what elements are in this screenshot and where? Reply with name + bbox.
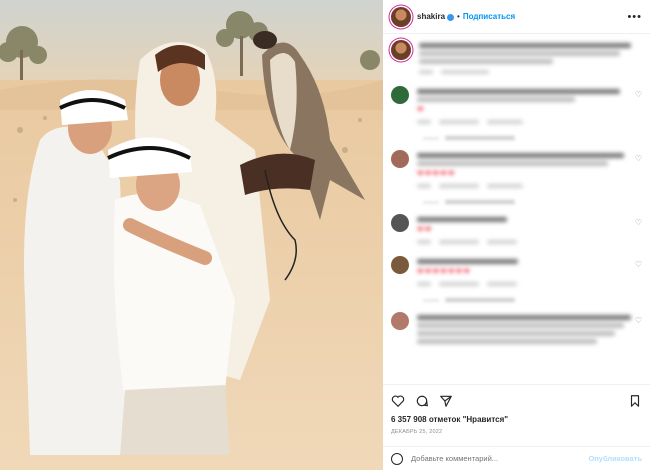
share-paper-plane-icon[interactable]: [439, 394, 453, 408]
caption-item: [391, 40, 642, 74]
view-replies-link[interactable]: [423, 200, 642, 204]
comment-like-heart-icon[interactable]: ♡: [635, 260, 642, 269]
caption-text-blurred: [419, 40, 642, 74]
comment-text-blurred: ❤❤❤❤❤❤❤: [417, 256, 642, 286]
post-photo[interactable]: [0, 0, 383, 470]
comment-item: ❤❤❤❤❤❤❤ ♡: [391, 256, 642, 286]
comment-text-blurred: ❤: [417, 86, 642, 124]
comment-avatar[interactable]: [391, 214, 409, 232]
follow-button[interactable]: Подписаться: [463, 12, 515, 21]
comment-avatar[interactable]: [391, 150, 409, 168]
comment-hearts: ❤❤❤❤❤❤❤: [417, 267, 471, 276]
comment-input[interactable]: [411, 454, 589, 463]
comments-list[interactable]: ❤ ♡ ❤❤❤❤❤ ♡ ❤❤ ♡ ❤❤❤❤❤❤❤ ♡ ♡: [383, 34, 650, 382]
comment-item: ♡: [391, 312, 642, 347]
publish-button[interactable]: Опубликовать: [588, 454, 642, 463]
comment-avatar[interactable]: [391, 312, 409, 330]
comment-like-heart-icon[interactable]: ♡: [635, 90, 642, 99]
view-replies-link[interactable]: [423, 136, 642, 140]
post-modal: shakira • Подписаться ••• ❤ ♡ ❤❤❤❤❤ ♡ ❤❤…: [0, 0, 650, 470]
comment-item: ❤❤ ♡: [391, 214, 642, 244]
author-username[interactable]: shakira: [417, 12, 445, 21]
comment-text-blurred: ❤❤❤❤❤: [417, 150, 642, 188]
post-sidebar: shakira • Подписаться ••• ❤ ♡ ❤❤❤❤❤ ♡ ❤❤…: [383, 0, 650, 470]
verified-badge-icon: [447, 14, 455, 21]
comment-like-heart-icon[interactable]: ♡: [635, 154, 642, 163]
comment-avatar[interactable]: [391, 256, 409, 274]
comment-item: ❤ ♡: [391, 86, 642, 124]
author-avatar[interactable]: [391, 6, 411, 27]
add-comment-bar: Опубликовать: [383, 446, 650, 470]
likes-count[interactable]: 6 357 908 отметок "Нравится": [391, 415, 642, 424]
photo-illustration: [0, 0, 383, 470]
comment-like-heart-icon[interactable]: ♡: [635, 316, 642, 325]
post-header: shakira • Подписаться •••: [383, 0, 650, 34]
comment-hearts: ❤❤: [417, 225, 433, 234]
more-options-icon[interactable]: •••: [627, 11, 642, 23]
emoji-icon[interactable]: [391, 452, 403, 465]
separator-dot: •: [457, 12, 460, 21]
comment-item: ❤❤❤❤❤ ♡: [391, 150, 642, 188]
view-replies-link[interactable]: [423, 298, 642, 302]
like-heart-icon[interactable]: [391, 394, 405, 408]
comment-hearts: ❤❤❤❤❤: [417, 169, 456, 178]
caption-avatar[interactable]: [391, 40, 411, 60]
comment-bubble-icon[interactable]: [415, 394, 429, 408]
comment-like-heart-icon[interactable]: ♡: [635, 218, 642, 227]
comment-text-blurred: ❤❤: [417, 214, 642, 244]
comment-avatar[interactable]: [391, 86, 409, 104]
comment-text-blurred: [417, 312, 642, 347]
save-bookmark-icon[interactable]: [628, 394, 642, 408]
post-date: ДЕКАБРЬ 25, 2022: [391, 429, 443, 435]
comment-hearts: ❤: [417, 105, 425, 114]
post-actions: 6 357 908 отметок "Нравится" ДЕКАБРЬ 25,…: [383, 384, 650, 435]
